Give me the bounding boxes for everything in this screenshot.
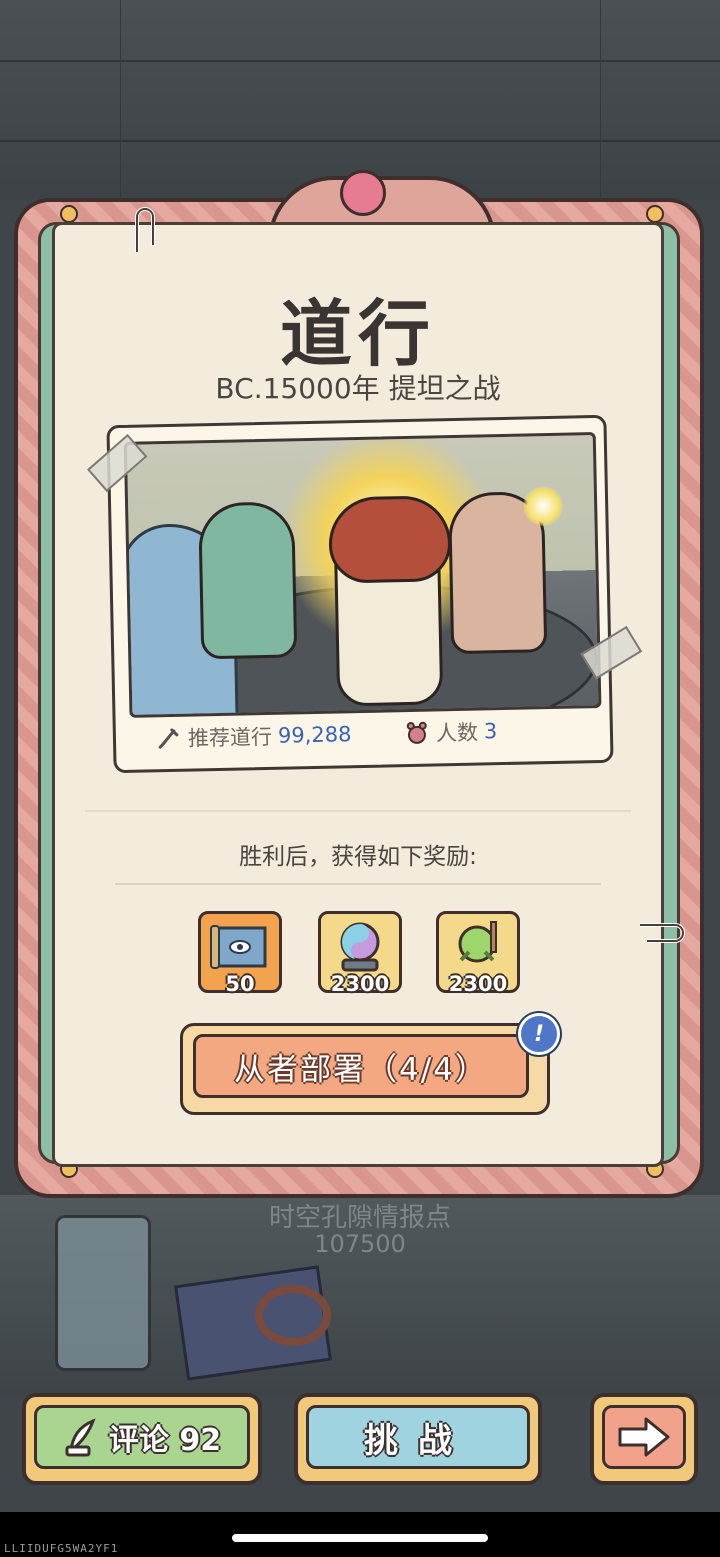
reward-count: 2300 bbox=[330, 972, 390, 996]
wall-line bbox=[600, 0, 601, 200]
paper-clip-icon bbox=[640, 923, 685, 943]
recommended-power-label: 推荐道行 bbox=[187, 724, 273, 751]
hero-figure-center bbox=[327, 495, 452, 707]
battle-stats: 推荐道行 99,288 人数 3 bbox=[156, 714, 591, 753]
deploy-servants-button[interactable]: 从者部署（4/4） bbox=[180, 1023, 550, 1115]
deploy-servants-label: 从者部署（4/4） bbox=[193, 1034, 529, 1098]
intel-points-value: 107500 bbox=[314, 1230, 406, 1258]
home-indicator[interactable] bbox=[232, 1534, 488, 1542]
battle-scene-image bbox=[123, 432, 602, 718]
sword-icon bbox=[158, 728, 179, 749]
battle-preview-photo: 推荐道行 99,288 人数 3 bbox=[87, 414, 643, 774]
comment-button[interactable]: 评论 92 bbox=[22, 1393, 262, 1485]
party-size-value: 3 bbox=[483, 719, 498, 744]
quill-icon bbox=[65, 1418, 96, 1457]
reward-count: 2300 bbox=[448, 972, 508, 996]
reward-item-green-orb[interactable]: 2300 bbox=[436, 911, 520, 996]
reward-item-scroll[interactable]: 50 bbox=[198, 911, 282, 996]
comment-button-face: 评论 92 bbox=[34, 1405, 250, 1469]
crest-gem-icon bbox=[340, 170, 386, 216]
light-orb bbox=[522, 485, 564, 527]
hero-hair bbox=[327, 495, 452, 584]
party-size-label: 人数 bbox=[435, 720, 479, 746]
stage-card: 道行 BC.15000年 提坦之战 推荐道行 99,288 人数 3 胜利后，获… bbox=[52, 207, 685, 1167]
device-id-watermark: LLIIDUFG5WA2YF1 bbox=[4, 1542, 119, 1555]
reward-count: 50 bbox=[225, 972, 255, 996]
stage-title: 道行 bbox=[279, 292, 436, 376]
challenge-button-label: 挑战 bbox=[306, 1405, 530, 1469]
wall-beam bbox=[0, 140, 720, 142]
comment-button-label: 评论 92 bbox=[108, 1423, 222, 1458]
next-button-face bbox=[602, 1405, 686, 1469]
scroll-map-icon bbox=[210, 925, 267, 969]
paper-clip-icon bbox=[135, 207, 155, 252]
hero-figure-left bbox=[198, 501, 298, 660]
green-orb-icon bbox=[458, 921, 497, 963]
wall-line bbox=[120, 0, 121, 200]
reward-item-crystal-ball[interactable]: 2300 bbox=[318, 911, 402, 996]
reward-divider bbox=[115, 883, 601, 885]
alert-badge-icon: ! bbox=[518, 1013, 560, 1055]
party-size: 人数 3 bbox=[404, 716, 498, 748]
intel-points-label: 时空孔隙情报点 bbox=[268, 1203, 451, 1233]
arrow-right-icon bbox=[618, 1417, 670, 1457]
section-divider bbox=[85, 810, 631, 812]
recommended-power-value: 99,288 bbox=[277, 722, 352, 748]
party-icon bbox=[406, 721, 427, 744]
reward-heading: 胜利后，获得如下奖励: bbox=[239, 844, 477, 870]
magnifier-decoration bbox=[255, 1285, 331, 1346]
next-button[interactable] bbox=[590, 1393, 698, 1485]
crystal-ball-icon bbox=[340, 922, 380, 972]
wall-beam bbox=[0, 60, 720, 62]
recommended-power: 推荐道行 99,288 bbox=[156, 719, 352, 753]
frame-bead bbox=[646, 205, 664, 223]
frame-bead bbox=[60, 205, 78, 223]
stage-subtitle: BC.15000年 提坦之战 bbox=[215, 372, 501, 405]
challenge-button[interactable]: 挑战 bbox=[294, 1393, 542, 1485]
